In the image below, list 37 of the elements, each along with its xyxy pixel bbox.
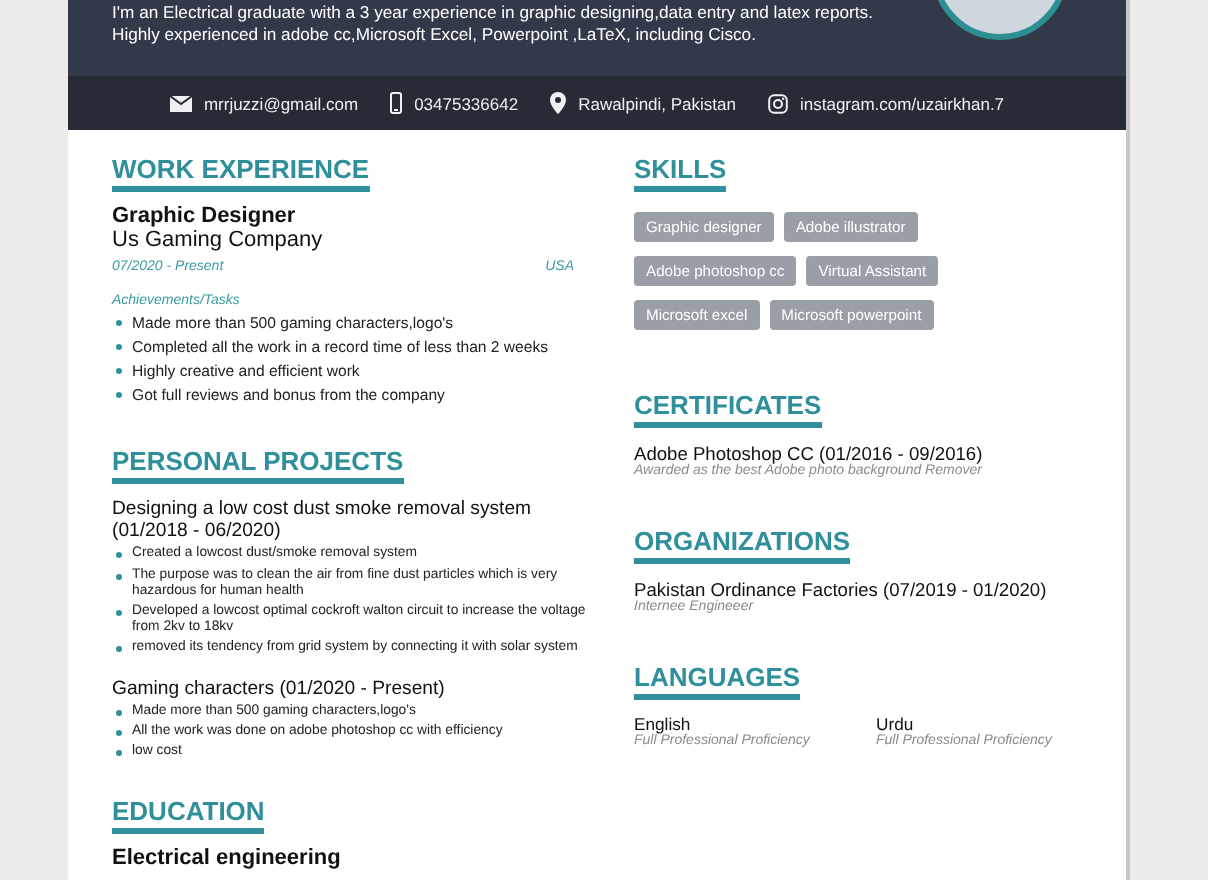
section-heading: ORGANIZATIONS xyxy=(634,526,851,564)
contact-text: mrrjuzzi@gmail.com xyxy=(203,93,359,113)
job-title: Graphic Designer xyxy=(112,204,298,228)
map-pin-icon xyxy=(550,92,567,114)
project-title: Gaming characters (01/2020 - Present) xyxy=(112,677,447,700)
bullet-icon xyxy=(116,392,122,399)
summary-text: I'm an Electrical graduate with a 3 year experience in graphic designing,data entry and latex reports. xyxy=(112,2,875,23)
contact-text: 03475336642 xyxy=(414,93,519,113)
section-heading: PERSONAL PROJECTS xyxy=(112,446,404,485)
bullet-icon xyxy=(116,709,122,716)
contact-text: Rawalpindi, Pakistan xyxy=(578,93,736,113)
contact-text: instagram.com/uzairkhan.7 xyxy=(799,93,1005,113)
section-heading: WORK EXPERIENCE xyxy=(112,154,370,192)
language-name: Urdu xyxy=(876,714,914,734)
degree-title: Electrical engineering xyxy=(112,846,343,871)
instagram-icon xyxy=(767,93,788,113)
bullet-icon xyxy=(116,609,122,616)
envelope-icon xyxy=(169,95,192,111)
section-heading: CERTIFICATES xyxy=(634,390,822,428)
language-name: English xyxy=(634,714,691,734)
summary-text: Highly experienced in adobe cc,Microsoft Excel, Powerpoint ,LaTeX, including Cisco. xyxy=(112,23,758,44)
bullet-icon xyxy=(116,573,122,580)
certificate-title: Adobe Photoshop CC (01/2016 - 09/2016) xyxy=(634,444,985,464)
bullet-icon xyxy=(116,750,122,756)
organization-title: Pakistan Ordinance Factories (07/2019 - 01/2020) xyxy=(634,580,1049,600)
bullet-icon xyxy=(116,729,122,736)
project-title: Designing a low cost dust smoke removal system (01/2018 - 06/2020) xyxy=(112,498,534,543)
phone-icon xyxy=(390,92,403,114)
section-heading: SKILLS xyxy=(634,154,727,192)
bullet-icon xyxy=(116,646,122,653)
section-heading: EDUCATION xyxy=(112,796,265,835)
section-heading: LANGUAGES xyxy=(634,662,801,700)
bullet-icon xyxy=(116,320,122,326)
bullet-icon xyxy=(116,368,122,375)
bullet-icon xyxy=(116,552,122,559)
company-name: Us Gaming Company xyxy=(112,228,325,252)
bullet-icon xyxy=(116,344,122,351)
